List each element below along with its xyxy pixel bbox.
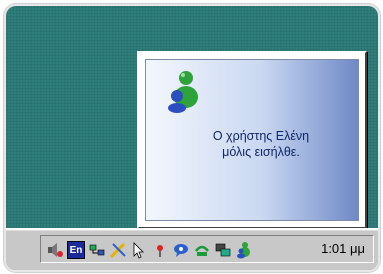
notification-body: Ο χρήστης Ελένη μόλις εισήλθε.: [145, 59, 359, 221]
notification-line-2: μόλις εισήλθε.: [222, 145, 300, 159]
messenger-chat-icon[interactable]: [171, 240, 191, 260]
notification-message: Ο χρήστης Ελένη μόλις εισήλθε.: [186, 128, 336, 160]
volume-icon[interactable]: [45, 240, 65, 260]
notification-line-1: Ο χρήστης Ελένη: [212, 129, 310, 143]
tray-icons: En: [45, 239, 254, 261]
display-icon[interactable]: [213, 240, 233, 260]
mouse-pointer-icon[interactable]: [129, 240, 149, 260]
language-indicator[interactable]: En: [66, 240, 86, 260]
msn-messenger-icon: [168, 71, 198, 113]
network-icon[interactable]: [87, 240, 107, 260]
taskbar: En 1:01 μμ: [6, 228, 378, 270]
screen-frame: Ο χρήστης Ελένη μόλις εισήλθε. En 1:01 μ…: [4, 4, 380, 272]
clock[interactable]: 1:01 μμ: [321, 241, 365, 256]
connection-icon[interactable]: [192, 240, 212, 260]
pen-tool-icon[interactable]: [108, 240, 128, 260]
sign-in-notification[interactable]: Ο χρήστης Ελένη μόλις εισήλθε.: [137, 51, 367, 229]
msn-messenger-tray-icon[interactable]: [234, 240, 254, 260]
system-tray: En 1:01 μμ: [40, 235, 374, 263]
signal-icon[interactable]: [150, 240, 170, 260]
